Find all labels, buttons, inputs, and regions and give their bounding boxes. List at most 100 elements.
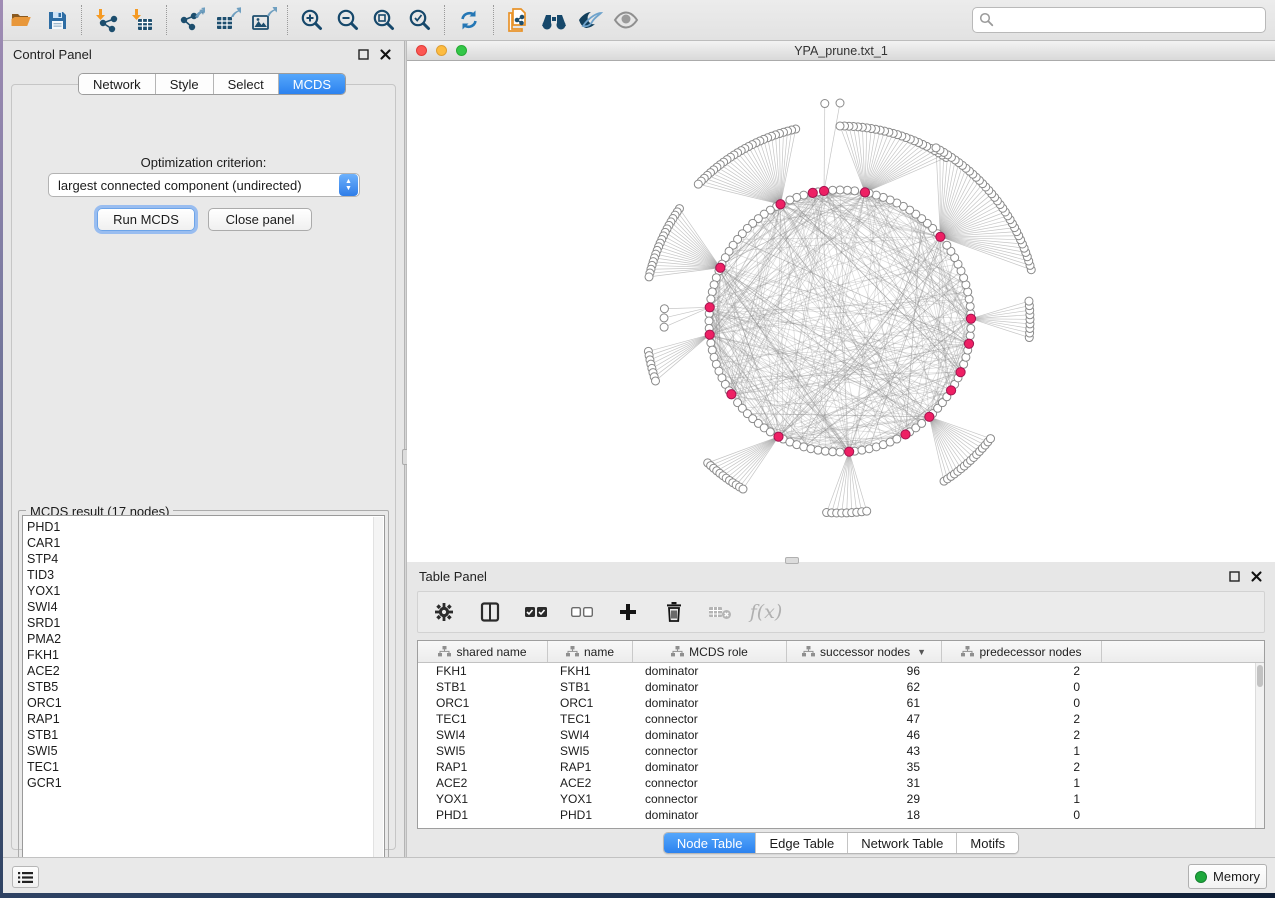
delete-column-button[interactable] bbox=[662, 600, 686, 624]
search-input[interactable] bbox=[972, 7, 1266, 33]
mcds-result-item[interactable]: STB5 bbox=[27, 679, 384, 695]
column-selector-button[interactable] bbox=[478, 600, 502, 624]
float-icon bbox=[358, 49, 369, 60]
scrollbar-thumb[interactable] bbox=[1257, 665, 1263, 687]
table-row[interactable]: STB1STB1dominator620 bbox=[418, 679, 1264, 695]
mcds-node[interactable] bbox=[705, 330, 714, 339]
mcds-result-item[interactable]: GCR1 bbox=[27, 775, 384, 791]
tab-network-table[interactable]: Network Table bbox=[848, 833, 957, 853]
toolbar-separator bbox=[444, 5, 445, 35]
mcds-result-item[interactable]: STP4 bbox=[27, 551, 384, 567]
zoom-fit-button[interactable] bbox=[366, 3, 402, 37]
memory-button[interactable]: Memory bbox=[1188, 864, 1267, 889]
mcds-node[interactable] bbox=[705, 303, 714, 312]
close-panel-button[interactable] bbox=[376, 45, 394, 63]
tab-motifs[interactable]: Motifs bbox=[957, 833, 1018, 853]
import-table-icon bbox=[129, 7, 155, 33]
mcds-node[interactable] bbox=[946, 386, 955, 395]
save-icon bbox=[46, 9, 69, 32]
mcds-node[interactable] bbox=[966, 314, 975, 323]
mcds-result-list[interactable]: PHD1CAR1STP4TID3YOX1SWI4SRD1PMA2FKH1ACE2… bbox=[22, 515, 385, 872]
mcds-node[interactable] bbox=[716, 263, 725, 272]
tab-edge-table[interactable]: Edge Table bbox=[756, 833, 848, 853]
optimization-criterion-select[interactable]: largest connected component (undirected)… bbox=[48, 173, 360, 197]
import-table-button[interactable] bbox=[124, 3, 160, 37]
mcds-node[interactable] bbox=[774, 432, 783, 441]
mcds-node[interactable] bbox=[776, 200, 785, 209]
mcds-node[interactable] bbox=[956, 368, 965, 377]
list-scrollbar[interactable] bbox=[373, 517, 383, 872]
table-row[interactable]: YOX1YOX1connector291 bbox=[418, 791, 1264, 807]
zoom-in-button[interactable] bbox=[294, 3, 330, 37]
table-row[interactable]: SWI5SWI5connector431 bbox=[418, 743, 1264, 759]
mcds-node[interactable] bbox=[727, 390, 736, 399]
mcds-node[interactable] bbox=[860, 188, 869, 197]
table-row[interactable]: PHD1PHD1dominator180 bbox=[418, 807, 1264, 823]
select-all-button[interactable] bbox=[524, 600, 548, 624]
mcds-result-item[interactable]: PHD1 bbox=[27, 519, 384, 535]
mcds-result-item[interactable]: FKH1 bbox=[27, 647, 384, 663]
mcds-result-item[interactable]: ACE2 bbox=[27, 663, 384, 679]
column-header-successor-nodes[interactable]: successor nodes▼ bbox=[787, 641, 942, 662]
mcds-result-item[interactable]: CAR1 bbox=[27, 535, 384, 551]
mcds-result-item[interactable]: PMA2 bbox=[27, 631, 384, 647]
table-row[interactable]: TEC1TEC1connector472 bbox=[418, 711, 1264, 727]
mcds-result-item[interactable]: YOX1 bbox=[27, 583, 384, 599]
mcds-node[interactable] bbox=[808, 188, 817, 197]
table-row[interactable]: FKH1FKH1dominator962 bbox=[418, 663, 1264, 679]
mcds-result-item[interactable]: RAP1 bbox=[27, 711, 384, 727]
column-header-predecessor-nodes[interactable]: predecessor nodes bbox=[942, 641, 1102, 662]
apply-layout-button[interactable] bbox=[451, 3, 487, 37]
mcds-result-item[interactable]: TID3 bbox=[27, 567, 384, 583]
export-table-button[interactable] bbox=[209, 3, 245, 37]
table-row[interactable]: SWI4SWI4dominator462 bbox=[418, 727, 1264, 743]
run-mcds-button[interactable]: Run MCDS bbox=[97, 208, 195, 231]
export-network-button[interactable] bbox=[173, 3, 209, 37]
show-hide-button[interactable] bbox=[608, 3, 644, 37]
clone-network-button[interactable] bbox=[500, 3, 536, 37]
zoom-selected-button[interactable] bbox=[402, 3, 438, 37]
mcds-node[interactable] bbox=[925, 412, 934, 421]
mcds-result-item[interactable]: STB1 bbox=[27, 727, 384, 743]
add-column-button[interactable] bbox=[616, 600, 640, 624]
float-panel-button[interactable] bbox=[354, 45, 372, 63]
mcds-node[interactable] bbox=[845, 447, 854, 456]
column-header-shared-name[interactable]: shared name bbox=[418, 641, 548, 662]
column-header-name[interactable]: name bbox=[548, 641, 633, 662]
mcds-node[interactable] bbox=[819, 186, 828, 195]
find-button[interactable] bbox=[536, 3, 572, 37]
tab-select[interactable]: Select bbox=[214, 74, 279, 94]
network-window-titlebar[interactable]: YPA_prune.txt_1 bbox=[407, 41, 1275, 61]
tab-mcds[interactable]: MCDS bbox=[279, 74, 345, 94]
mcds-result-item[interactable]: SWI5 bbox=[27, 743, 384, 759]
column-header-MCDS-role[interactable]: MCDS role bbox=[633, 641, 787, 662]
network-graph-canvas[interactable] bbox=[407, 61, 1275, 562]
horizontal-splitter-grip[interactable] bbox=[785, 557, 799, 564]
import-network-button[interactable] bbox=[88, 3, 124, 37]
close-mcds-panel-button[interactable]: Close panel bbox=[208, 208, 312, 231]
tab-network[interactable]: Network bbox=[79, 74, 156, 94]
tab-style[interactable]: Style bbox=[156, 74, 214, 94]
mcds-result-item[interactable]: SRD1 bbox=[27, 615, 384, 631]
mcds-node[interactable] bbox=[936, 232, 945, 241]
table-scrollbar[interactable] bbox=[1255, 663, 1264, 829]
mcds-result-item[interactable]: TEC1 bbox=[27, 759, 384, 775]
float-table-panel-button[interactable] bbox=[1225, 567, 1243, 585]
mcds-node[interactable] bbox=[901, 430, 910, 439]
table-row[interactable]: ACE2ACE2connector311 bbox=[418, 775, 1264, 791]
mcds-result-item[interactable]: ORC1 bbox=[27, 695, 384, 711]
table-row[interactable]: ORC1ORC1dominator610 bbox=[418, 695, 1264, 711]
panel-menu-button[interactable] bbox=[12, 866, 39, 888]
graphics-details-button[interactable] bbox=[572, 3, 608, 37]
zoom-out-button[interactable] bbox=[330, 3, 366, 37]
mcds-result-item[interactable]: SWI4 bbox=[27, 599, 384, 615]
export-image-button[interactable] bbox=[245, 3, 281, 37]
table-settings-button[interactable] bbox=[432, 600, 456, 624]
mcds-node[interactable] bbox=[964, 339, 973, 348]
table-row[interactable]: RAP1RAP1dominator352 bbox=[418, 759, 1264, 775]
save-session-button[interactable] bbox=[39, 3, 75, 37]
close-table-panel-button[interactable] bbox=[1247, 567, 1265, 585]
deselect-all-button[interactable] bbox=[570, 600, 594, 624]
tab-node-table[interactable]: Node Table bbox=[664, 833, 757, 853]
open-session-button[interactable] bbox=[3, 3, 39, 37]
